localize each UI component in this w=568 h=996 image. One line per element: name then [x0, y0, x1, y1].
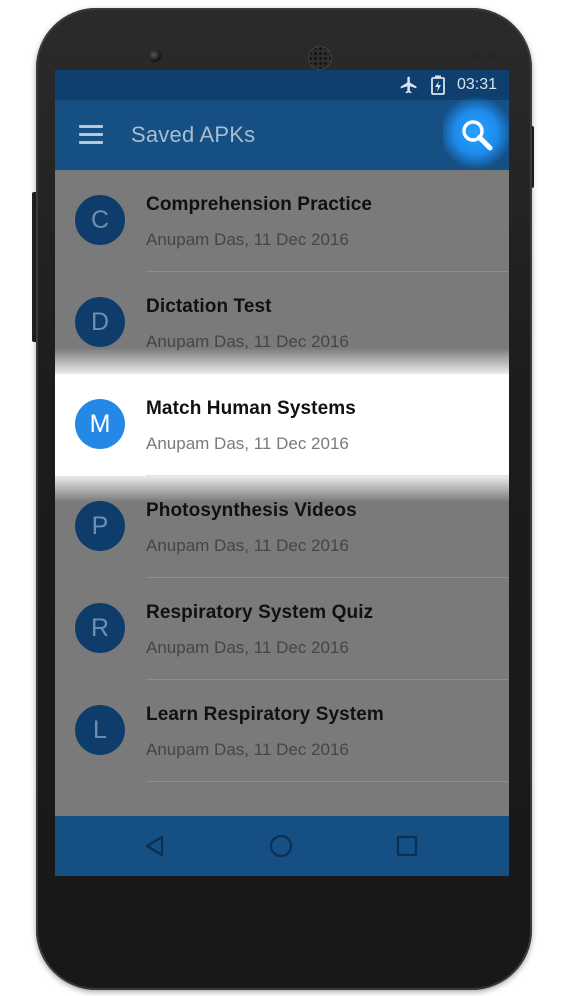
avatar: M	[75, 399, 125, 449]
status-bar: 03:31	[55, 70, 509, 100]
list-item-meta: Anupam Das, 11 Dec 2016	[146, 638, 349, 657]
list-item-title: Respiratory System Quiz	[146, 602, 374, 623]
avatar: L	[75, 705, 125, 755]
light-sensor	[488, 52, 496, 60]
proximity-sensor	[472, 52, 480, 60]
app-bar: Saved APKs	[55, 96, 509, 172]
hamburger-menu-icon[interactable]	[79, 125, 103, 145]
list-item-title: Match Human Systems	[146, 398, 356, 419]
device-screen: 03:31 Saved APKs C Comprehension Practic…	[55, 70, 509, 876]
list-item-meta: Anupam Das, 11 Dec 2016	[146, 332, 349, 351]
navigation-bar	[55, 816, 509, 876]
search-button[interactable]	[443, 96, 509, 172]
avatar: R	[75, 603, 125, 653]
search-icon	[462, 120, 493, 151]
front-camera	[149, 50, 161, 62]
list-item-meta: Anupam Das, 11 Dec 2016	[146, 740, 349, 759]
back-icon[interactable]	[141, 832, 169, 860]
list-item-title: Photosynthesis Videos	[146, 500, 357, 521]
avatar: D	[75, 297, 125, 347]
saved-apk-list: C Comprehension Practice Anupam Das, 11 …	[55, 170, 509, 782]
home-icon[interactable]	[267, 832, 295, 860]
page-title: Saved APKs	[131, 122, 256, 147]
list-item[interactable]: R Respiratory System Quiz Anupam Das, 11…	[55, 578, 509, 680]
list-item-meta: Anupam Das, 11 Dec 2016	[146, 434, 349, 453]
list-item-meta: Anupam Das, 11 Dec 2016	[146, 536, 349, 555]
list-item-title: Learn Respiratory System	[146, 704, 384, 725]
list-item[interactable]: P Photosynthesis Videos Anupam Das, 11 D…	[55, 476, 509, 578]
divider	[146, 781, 509, 782]
earpiece-speaker	[308, 46, 332, 70]
airplane-mode-icon	[399, 75, 419, 95]
avatar: C	[75, 195, 125, 245]
list-item-title: Comprehension Practice	[146, 194, 373, 215]
avatar: P	[75, 501, 125, 551]
status-time: 03:31	[456, 76, 497, 93]
recent-apps-icon[interactable]	[393, 832, 421, 860]
battery-charging-icon	[431, 75, 445, 95]
list-item[interactable]: D Dictation Test Anupam Das, 11 Dec 2016	[55, 272, 509, 374]
list-item-highlighted[interactable]: M Match Human Systems Anupam Das, 11 Dec…	[55, 348, 509, 502]
list-item[interactable]: L Learn Respiratory System Anupam Das, 1…	[55, 680, 509, 782]
list-item[interactable]: C Comprehension Practice Anupam Das, 11 …	[55, 170, 509, 272]
list-item-title: Dictation Test	[146, 296, 272, 317]
list-item-meta: Anupam Das, 11 Dec 2016	[146, 230, 349, 249]
